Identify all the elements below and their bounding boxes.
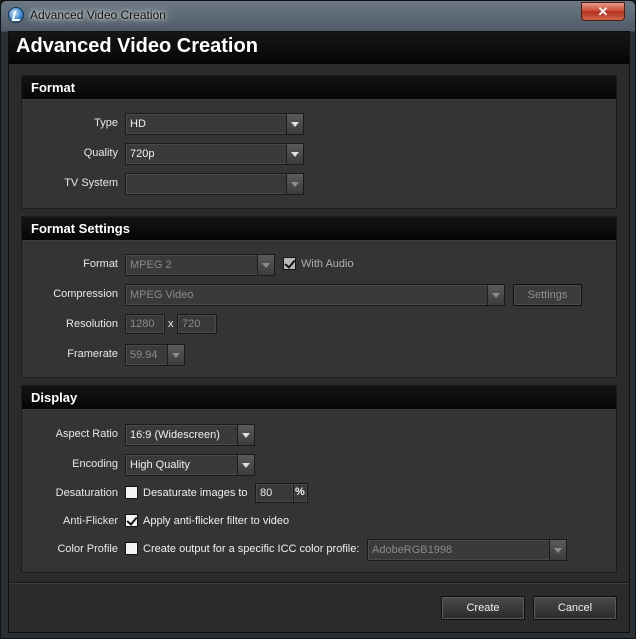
dialog-heading: Advanced Video Creation (16, 35, 258, 57)
resolution-label: Resolution (66, 318, 118, 330)
resolution-height-value: 720 (182, 318, 201, 330)
tv-system-dropdown[interactable] (125, 173, 304, 195)
app-logo-icon (8, 7, 24, 23)
color-profile-checkbox[interactable] (125, 542, 138, 555)
resolution-row: Resolution 1280 x 720 (22, 314, 616, 336)
framerate-label: Framerate (67, 348, 118, 360)
dialog-window: Advanced Video Creation ✕ Advanced Video… (0, 0, 636, 639)
encoding-value: High Quality (130, 459, 190, 471)
color-profile-row: Color Profile Create output for a specif… (22, 539, 616, 561)
close-button[interactable]: ✕ (581, 2, 625, 21)
resolution-height-field[interactable]: 720 (177, 314, 217, 334)
close-icon: ✕ (597, 4, 609, 19)
compression-value: MPEG Video (130, 289, 194, 301)
chevron-down-icon (237, 425, 254, 445)
chevron-down-icon (167, 345, 184, 365)
with-audio-label: With Audio (301, 258, 354, 270)
format-row: Format MPEG 2 With Audio (22, 254, 616, 276)
framerate-value: 59.94 (130, 349, 158, 361)
encoding-label: Encoding (72, 458, 118, 470)
type-row: Type HD (22, 113, 616, 135)
settings-button[interactable]: Settings (513, 284, 582, 306)
compression-label: Compression (53, 288, 118, 300)
tv-system-row: TV System (22, 173, 616, 195)
anti-flicker-checkbox-label: Apply anti-flicker filter to video (143, 515, 290, 527)
chevron-down-icon (237, 455, 254, 475)
format-value: MPEG 2 (130, 259, 172, 271)
type-dropdown[interactable]: HD (125, 113, 304, 135)
format-settings-panel: Format Settings Format MPEG 2 With Audio… (21, 216, 617, 378)
aspect-ratio-label: Aspect Ratio (55, 428, 118, 440)
type-value: HD (130, 118, 146, 130)
footer-divider (9, 582, 629, 583)
percent-unit-box: % (293, 483, 308, 503)
format-dropdown[interactable]: MPEG 2 (125, 254, 275, 276)
resolution-width-field[interactable]: 1280 (125, 314, 165, 334)
desaturate-checkbox[interactable] (125, 486, 138, 499)
aspect-ratio-value: 16:9 (Widescreen) (130, 429, 220, 441)
encoding-dropdown[interactable]: High Quality (125, 454, 255, 476)
create-button[interactable]: Create (441, 596, 525, 620)
display-section-title: Display (22, 386, 616, 410)
quality-row: Quality 720p (22, 143, 616, 165)
window-title: Advanced Video Creation (30, 8, 166, 22)
chevron-down-icon (487, 285, 504, 305)
desaturation-value: 80 (260, 487, 273, 499)
tv-system-label: TV System (64, 177, 118, 189)
compression-dropdown[interactable]: MPEG Video (125, 284, 505, 306)
encoding-row: Encoding High Quality (22, 454, 616, 476)
anti-flicker-checkbox[interactable] (125, 514, 138, 527)
quality-value: 720p (130, 148, 155, 160)
color-profile-checkbox-label: Create output for a specific ICC color p… (143, 543, 360, 555)
anti-flicker-row: Anti-Flicker Apply anti-flicker filter t… (22, 511, 616, 533)
chevron-down-icon (257, 255, 274, 275)
desaturate-checkbox-label: Desaturate images to (143, 487, 248, 499)
quality-dropdown[interactable]: 720p (125, 143, 304, 165)
cancel-button[interactable]: Cancel (533, 596, 617, 620)
color-profile-dropdown[interactable]: AdobeRGB1998 (367, 539, 567, 561)
chevron-down-icon (286, 144, 303, 164)
with-audio-checkbox[interactable] (283, 257, 296, 270)
format-label: Format (83, 258, 118, 270)
chevron-down-icon (549, 540, 566, 560)
anti-flicker-label: Anti-Flicker (62, 515, 118, 527)
percent-unit: % (295, 486, 305, 498)
color-profile-label: Color Profile (57, 543, 118, 555)
compression-row: Compression MPEG Video Settings (22, 284, 616, 306)
chevron-down-icon (286, 174, 303, 194)
dialog-client: Advanced Video Creation Format Type HD Q… (8, 31, 630, 633)
type-label: Type (94, 117, 118, 129)
desaturation-input[interactable]: 80 (255, 483, 294, 503)
chevron-down-icon (286, 114, 303, 134)
aspect-ratio-row: Aspect Ratio 16:9 (Widescreen) (22, 424, 616, 446)
desaturation-label: Desaturation (55, 487, 118, 499)
framerate-dropdown[interactable]: 59.94 (125, 344, 185, 366)
resolution-width-value: 1280 (130, 318, 155, 330)
framerate-row: Framerate 59.94 (22, 344, 616, 366)
desaturation-row: Desaturation Desaturate images to 80 % (22, 483, 616, 505)
color-profile-value: AdobeRGB1998 (372, 544, 453, 556)
display-panel: Display Aspect Ratio 16:9 (Widescreen) E… (21, 385, 617, 573)
format-settings-section-title: Format Settings (22, 217, 616, 241)
aspect-ratio-dropdown[interactable]: 16:9 (Widescreen) (125, 424, 255, 446)
resolution-separator: x (168, 318, 174, 330)
quality-label: Quality (83, 147, 118, 159)
dialog-header: Advanced Video Creation (9, 32, 629, 64)
format-panel: Format Type HD Quality 720p TV System (21, 75, 617, 209)
title-bar[interactable]: Advanced Video Creation ✕ (1, 1, 635, 31)
format-section-title: Format (22, 76, 616, 100)
